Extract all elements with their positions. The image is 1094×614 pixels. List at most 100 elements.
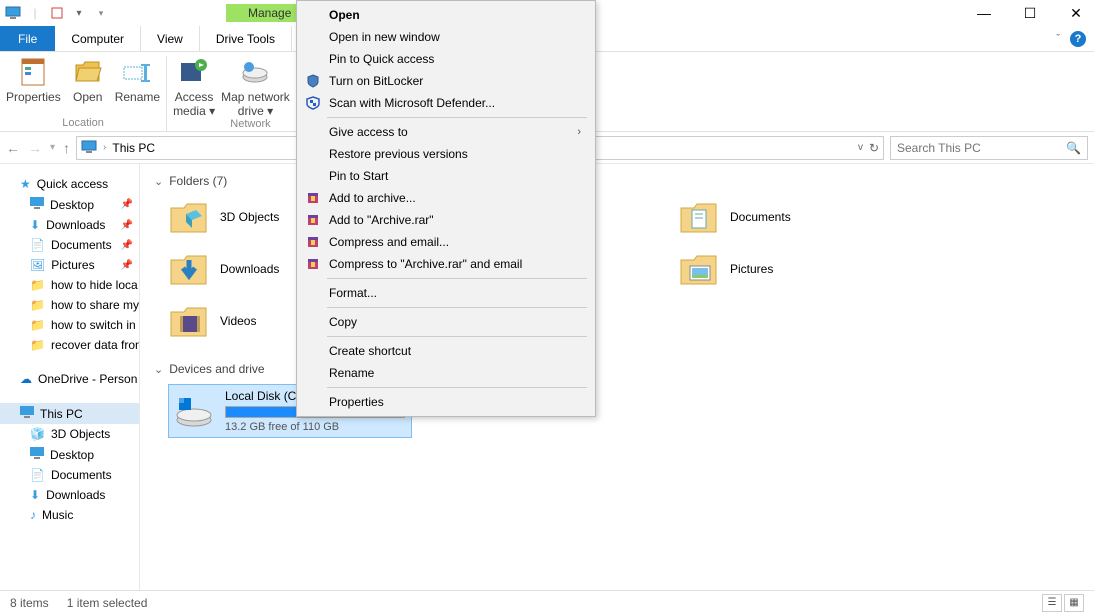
up-button[interactable]: ↑ bbox=[63, 140, 70, 156]
videos-icon bbox=[168, 300, 210, 342]
properties-icon[interactable] bbox=[48, 4, 66, 22]
chevron-right-icon[interactable]: › bbox=[103, 142, 106, 153]
ribbon-group-location: Properties Open Rename Location bbox=[0, 56, 167, 131]
tree-3d-objects[interactable]: 🧊3D Objects bbox=[0, 424, 139, 444]
tab-file[interactable]: File bbox=[0, 26, 55, 51]
ctx-restore-versions[interactable]: Restore previous versions bbox=[299, 143, 593, 165]
ribbon-access-media[interactable]: Access media ▾ bbox=[173, 56, 215, 118]
breadcrumb-this-pc[interactable]: This PC bbox=[112, 141, 155, 155]
winrar-icon bbox=[305, 234, 321, 250]
pin-icon: 📌 bbox=[121, 220, 133, 231]
ctx-open-new-window[interactable]: Open in new window bbox=[299, 26, 593, 48]
folder-documents[interactable]: Documents bbox=[678, 196, 908, 238]
ctx-add-archive[interactable]: Add to archive... bbox=[299, 187, 593, 209]
nav-tree: ★Quick access Desktop📌 ⬇Downloads📌 📄Docu… bbox=[0, 164, 140, 590]
submenu-arrow-icon: › bbox=[577, 126, 581, 138]
tree-desktop[interactable]: Desktop📌 bbox=[0, 194, 139, 215]
view-details-icon[interactable]: ☰ bbox=[1042, 594, 1062, 612]
tree-documents[interactable]: 📄Documents📌 bbox=[0, 235, 139, 255]
ctx-properties[interactable]: Properties bbox=[299, 391, 593, 413]
tree-documents-2[interactable]: 📄Documents bbox=[0, 465, 139, 485]
maximize-button[interactable]: ☐ bbox=[1016, 1, 1044, 25]
tree-folder[interactable]: 📁how to switch in bbox=[0, 315, 139, 335]
tree-folder[interactable]: 📁how to share my bbox=[0, 295, 139, 315]
divider bbox=[327, 307, 587, 308]
tab-drive-tools[interactable]: Drive Tools bbox=[200, 26, 292, 51]
folder-icon: 📁 bbox=[30, 298, 45, 312]
forward-button[interactable]: → bbox=[28, 140, 42, 156]
window-controls: — ☐ ✕ bbox=[970, 1, 1090, 25]
collapse-ribbon-icon[interactable]: ˇ bbox=[1056, 33, 1060, 45]
minimize-button[interactable]: — bbox=[970, 1, 998, 25]
context-menu: Open Open in new window Pin to Quick acc… bbox=[296, 0, 596, 417]
ctx-compress-email[interactable]: Compress and email... bbox=[299, 231, 593, 253]
pictures-icon: 🖼 bbox=[30, 258, 45, 272]
pin-icon: 📌 bbox=[121, 199, 133, 210]
documents-icon: 📄 bbox=[30, 238, 45, 252]
defender-icon bbox=[305, 95, 321, 111]
folder-pictures[interactable]: Pictures bbox=[678, 248, 908, 290]
refresh-icon[interactable]: ↻ bbox=[869, 141, 879, 155]
view-large-icon[interactable]: ▦ bbox=[1064, 594, 1084, 612]
recent-dropdown[interactable]: ▾ bbox=[50, 142, 55, 153]
tree-this-pc[interactable]: This PC bbox=[0, 403, 139, 424]
tree-quick-access[interactable]: ★Quick access bbox=[0, 174, 139, 194]
quick-access-toolbar: | ▾ ▾ bbox=[4, 4, 110, 22]
ctx-bitlocker[interactable]: Turn on BitLocker bbox=[299, 70, 593, 92]
section-drives[interactable]: ⌄Devices and drive bbox=[154, 362, 1080, 376]
ctx-pin-start[interactable]: Pin to Start bbox=[299, 165, 593, 187]
ctx-add-rar[interactable]: Add to "Archive.rar" bbox=[299, 209, 593, 231]
winrar-icon bbox=[305, 212, 321, 228]
ribbon-map-drive[interactable]: Map network drive ▾ bbox=[221, 56, 290, 118]
tree-onedrive[interactable]: ☁OneDrive - Person bbox=[0, 369, 139, 389]
search-box[interactable]: 🔍 bbox=[890, 136, 1088, 160]
ctx-copy[interactable]: Copy bbox=[299, 311, 593, 333]
properties-icon bbox=[17, 56, 49, 88]
chevron-down-icon: ⌄ bbox=[154, 175, 163, 188]
media-icon bbox=[178, 56, 210, 88]
tree-folder[interactable]: 📁recover data fron bbox=[0, 335, 139, 355]
ctx-pin-quick-access[interactable]: Pin to Quick access bbox=[299, 48, 593, 70]
nav-arrows: ← → ▾ ↑ bbox=[6, 140, 70, 156]
search-input[interactable] bbox=[897, 141, 1066, 155]
qat-dropdown-icon[interactable]: ▾ bbox=[70, 4, 88, 22]
drive-icon bbox=[173, 390, 215, 432]
folder-icon: 📁 bbox=[30, 318, 45, 332]
ctx-defender[interactable]: Scan with Microsoft Defender... bbox=[299, 92, 593, 114]
ctx-rename[interactable]: Rename bbox=[299, 362, 593, 384]
qat-overflow[interactable]: ▾ bbox=[92, 4, 110, 22]
folder-icon: 📁 bbox=[30, 338, 45, 352]
help-icon[interactable]: ? bbox=[1070, 31, 1086, 47]
divider bbox=[327, 387, 587, 388]
rename-icon bbox=[121, 56, 153, 88]
tab-view[interactable]: View bbox=[141, 26, 200, 51]
section-folders[interactable]: ⌄Folders (7) bbox=[154, 174, 1080, 188]
pictures-icon bbox=[678, 248, 720, 290]
ctx-format[interactable]: Format... bbox=[299, 282, 593, 304]
ribbon-open[interactable]: Open bbox=[67, 56, 109, 104]
ctx-create-shortcut[interactable]: Create shortcut bbox=[299, 340, 593, 362]
tree-downloads-2[interactable]: ⬇Downloads bbox=[0, 485, 139, 505]
tree-folder[interactable]: 📁how to hide loca bbox=[0, 275, 139, 295]
downloads-icon bbox=[168, 248, 210, 290]
back-button[interactable]: ← bbox=[6, 140, 20, 156]
tree-desktop-2[interactable]: Desktop bbox=[0, 444, 139, 465]
ctx-open[interactable]: Open bbox=[299, 4, 593, 26]
ribbon-properties[interactable]: Properties bbox=[6, 56, 61, 104]
tree-pictures[interactable]: 🖼Pictures📌 bbox=[0, 255, 139, 275]
tree-music[interactable]: ♪Music bbox=[0, 505, 139, 525]
ctx-compress-rar-email[interactable]: Compress to "Archive.rar" and email bbox=[299, 253, 593, 275]
ctx-give-access[interactable]: Give access to› bbox=[299, 121, 593, 143]
address-dropdown[interactable]: v bbox=[858, 142, 863, 153]
divider bbox=[327, 336, 587, 337]
star-icon: ★ bbox=[20, 177, 31, 191]
tab-computer[interactable]: Computer bbox=[55, 26, 141, 51]
close-button[interactable]: ✕ bbox=[1062, 1, 1090, 25]
divider bbox=[327, 278, 587, 279]
search-icon[interactable]: 🔍 bbox=[1066, 141, 1081, 155]
tree-downloads[interactable]: ⬇Downloads📌 bbox=[0, 215, 139, 235]
ribbon-rename[interactable]: Rename bbox=[115, 56, 160, 104]
pc-icon bbox=[20, 406, 34, 421]
winrar-icon bbox=[305, 190, 321, 206]
open-folder-icon bbox=[72, 56, 104, 88]
